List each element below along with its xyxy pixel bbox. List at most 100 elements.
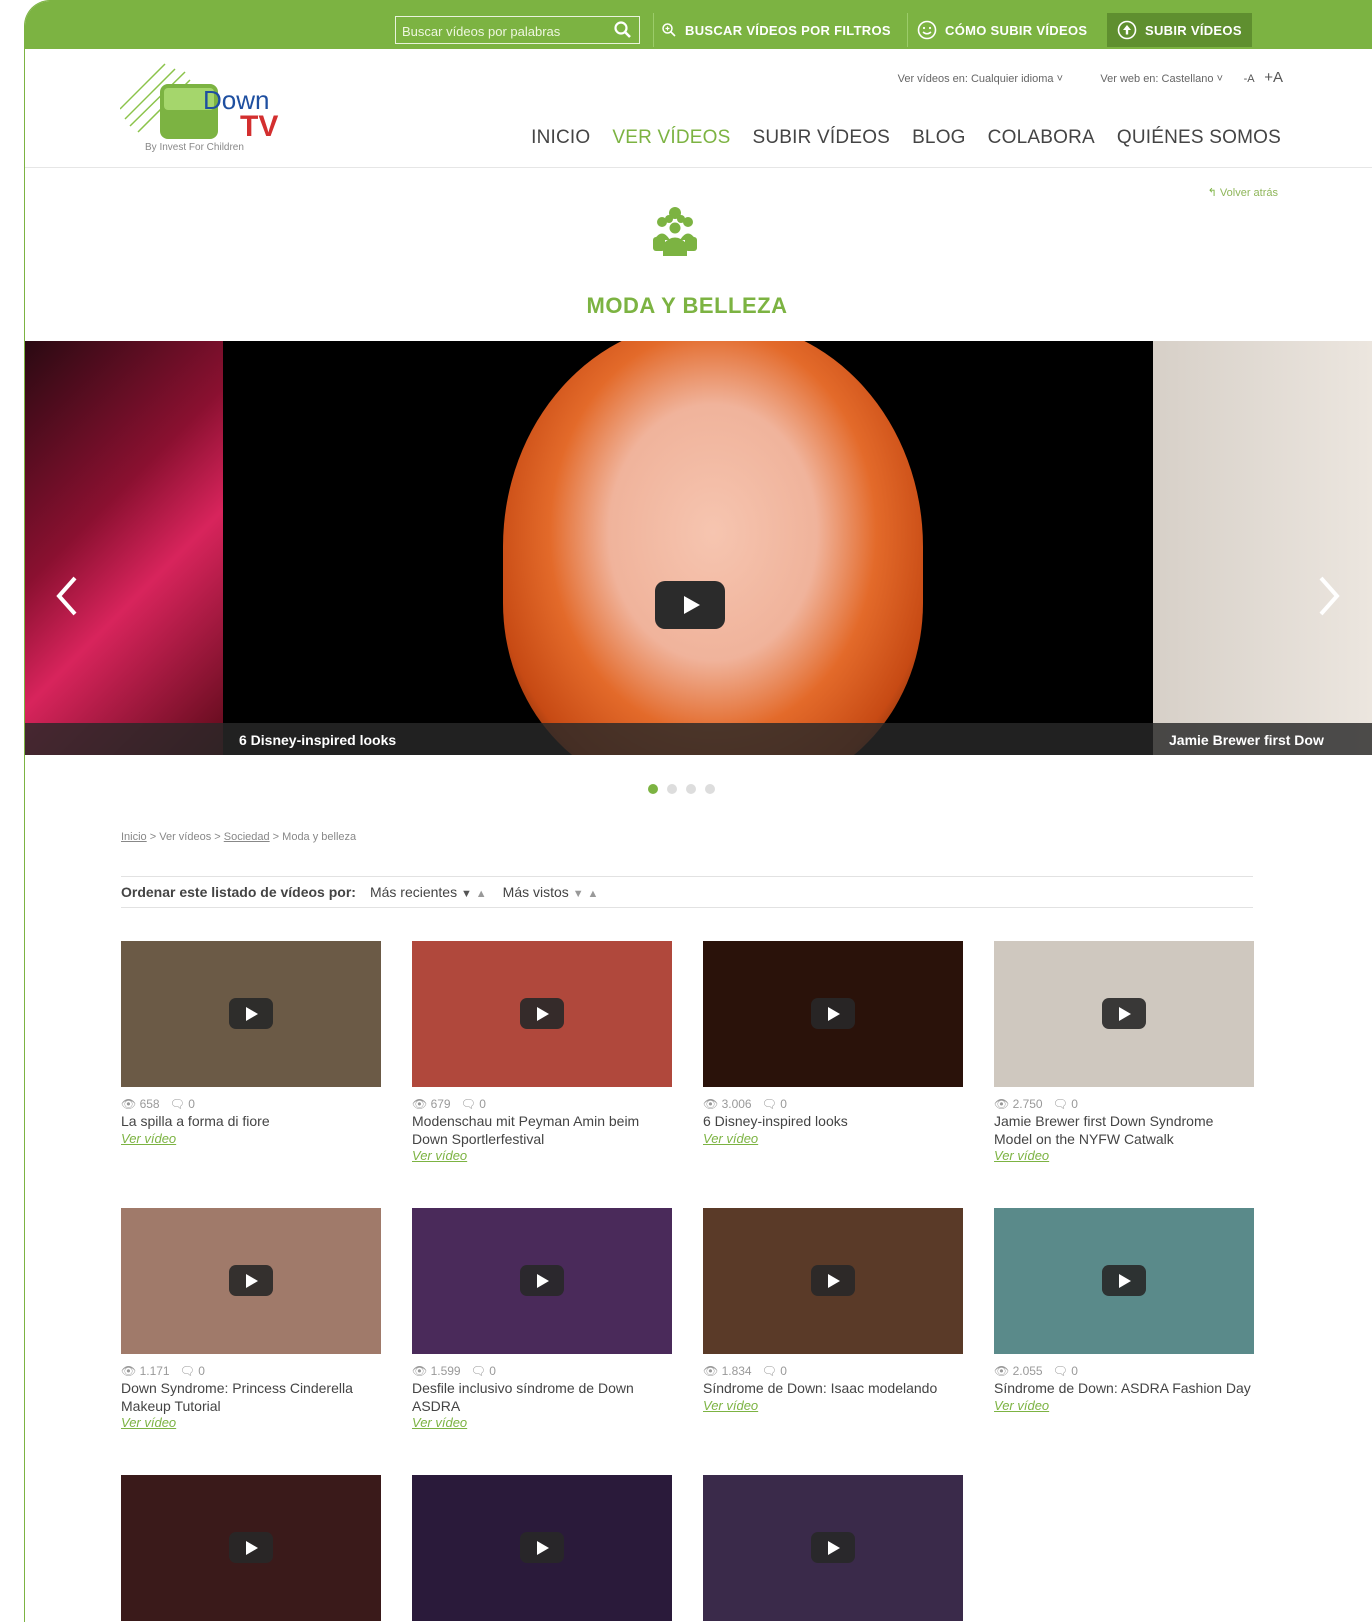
carousel-dot[interactable] [686, 784, 696, 794]
breadcrumb-sociedad[interactable]: Sociedad [224, 831, 270, 843]
carousel-slide-prev[interactable] [25, 341, 223, 755]
breadcrumb: Inicio > Ver vídeos > Sociedad > Moda y … [121, 831, 356, 843]
how-to-upload-button[interactable]: CÓMO SUBIR VÍDEOS [917, 13, 1087, 47]
carousel-dot[interactable] [705, 784, 715, 794]
view-count: 2.055 [1012, 1364, 1043, 1378]
video-thumbnail[interactable] [703, 941, 963, 1087]
play-icon [520, 998, 564, 1029]
view-count: 1.599 [430, 1364, 461, 1378]
video-card[interactable]: 👁︎ 2.055 🗨︎ 0 Síndrome de Down: ASDRA Fas… [994, 1208, 1254, 1413]
group-people-icon [645, 206, 705, 256]
play-icon [811, 1532, 855, 1563]
video-card[interactable]: 👁︎ 1.834 🗨︎ 0 Síndrome de Down: Isaac mod… [703, 1208, 963, 1413]
divider [653, 13, 654, 47]
video-card[interactable] [703, 1475, 963, 1621]
carousel-dot[interactable] [648, 784, 658, 794]
video-thumbnail[interactable] [703, 1475, 963, 1621]
video-thumbnail[interactable] [121, 1475, 381, 1621]
sort-arrows-icon: ▼ [461, 888, 472, 900]
nav-colabora[interactable]: COLABORA [988, 127, 1095, 149]
video-card[interactable] [121, 1475, 381, 1621]
watch-video-link[interactable]: Ver vídeo [994, 1398, 1254, 1413]
video-thumbnail[interactable] [121, 1208, 381, 1354]
video-stats: 👁︎ 2.055 🗨︎ 0 [994, 1364, 1254, 1378]
video-card[interactable]: 👁︎ 2.750 🗨︎ 0 Jamie Brewer first Down Syn… [994, 941, 1254, 1163]
video-card[interactable]: 👁︎ 3.006 🗨︎ 0 6 Disney-inspired looks Ver … [703, 941, 963, 1146]
video-stats: 👁︎ 3.006 🗨︎ 0 [703, 1097, 963, 1111]
page-frame: BUSCAR VÍDEOS POR FILTROS CÓMO SUBIR VÍD… [24, 0, 1372, 1622]
video-carousel: 6 Disney-inspired looks Jamie Brewer fir… [25, 341, 1372, 755]
filter-search-button[interactable]: BUSCAR VÍDEOS POR FILTROS [661, 13, 891, 47]
video-thumbnail[interactable] [412, 941, 672, 1087]
sort-recent[interactable]: Más recientes ▼ ▲ [370, 884, 487, 900]
watch-video-link[interactable]: Ver vídeo [703, 1398, 963, 1413]
breadcrumb-home[interactable]: Inicio [121, 831, 147, 843]
font-smaller-button[interactable]: -A [1244, 73, 1255, 85]
watch-video-link[interactable]: Ver vídeo [412, 1415, 672, 1430]
video-title: Síndrome de Down: ASDRA Fashion Day [994, 1380, 1251, 1396]
nav-inicio[interactable]: INICIO [531, 127, 590, 149]
logo-text-tv: TV [240, 110, 278, 143]
video-thumbnail[interactable] [703, 1208, 963, 1354]
nav-ver-videos[interactable]: VER VÍDEOS [612, 127, 730, 149]
view-count: 3.006 [721, 1097, 752, 1111]
play-icon [1102, 1265, 1146, 1296]
play-icon [229, 1265, 273, 1296]
sort-arrows-icon: ▲ [475, 888, 487, 900]
video-title: Desfile inclusivo síndrome de Down ASDRA [412, 1380, 634, 1414]
play-icon [520, 1265, 564, 1296]
carousel-slide-main[interactable] [223, 341, 1153, 755]
videos-language-select[interactable]: Ver vídeos en: Cualquier idioma ˅ [898, 73, 1063, 85]
play-icon [229, 998, 273, 1029]
video-thumbnail[interactable] [412, 1475, 672, 1621]
video-card[interactable] [412, 1475, 672, 1621]
video-title: Síndrome de Down: Isaac modelando [703, 1380, 938, 1396]
video-thumbnail[interactable] [121, 941, 381, 1087]
sort-label: Ordenar este listado de vídeos por: [121, 884, 356, 900]
video-card[interactable]: 👁︎ 1.171 🗨︎ 0 Down Syndrome: Princess Cin… [121, 1208, 381, 1430]
comment-icon: 🗨︎ [1052, 1097, 1068, 1111]
comment-icon: 🗨︎ [460, 1097, 476, 1111]
video-card[interactable]: 👁︎ 658 🗨︎ 0 La spilla a forma di fiore Ver… [121, 941, 381, 1146]
video-title: 6 Disney-inspired looks [703, 1113, 848, 1129]
watch-video-link[interactable]: Ver vídeo [121, 1415, 381, 1430]
category-title: MODA Y BELLEZA [586, 293, 788, 318]
watch-video-link[interactable]: Ver vídeo [412, 1148, 672, 1163]
comment-icon: 🗨︎ [761, 1364, 777, 1378]
video-thumbnail[interactable] [994, 941, 1254, 1087]
comment-count: 0 [1071, 1097, 1078, 1111]
carousel-dot[interactable] [667, 784, 677, 794]
main-nav: INICIO VER VÍDEOS SUBIR VÍDEOS BLOG COLA… [531, 127, 1281, 149]
search-input[interactable] [400, 19, 604, 43]
play-button[interactable] [655, 581, 725, 629]
video-card[interactable]: 👁︎ 1.599 🗨︎ 0 Desfile inclusivo síndrome … [412, 1208, 672, 1430]
sort-views[interactable]: Más vistos ▼ ▲ [503, 884, 599, 900]
site-logo[interactable]: Down TV [119, 54, 310, 154]
nav-subir-videos[interactable]: SUBIR VÍDEOS [753, 127, 891, 149]
upload-videos-button[interactable]: SUBIR VÍDEOS [1107, 13, 1252, 47]
play-icon [811, 1265, 855, 1296]
watch-video-link[interactable]: Ver vídeo [994, 1148, 1254, 1163]
eye-icon: 👁︎ [412, 1097, 428, 1111]
back-link[interactable]: ↰ Volver atrás [1208, 186, 1278, 199]
nav-quienes-somos[interactable]: QUIÉNES SOMOS [1117, 127, 1281, 149]
carousel-prev-arrow[interactable] [47, 566, 87, 626]
search-icon[interactable] [613, 20, 633, 40]
web-language-select[interactable]: Ver web en: Castellano ˅ [1100, 73, 1223, 85]
carousel-next-arrow[interactable] [1309, 566, 1349, 626]
watch-video-link[interactable]: Ver vídeo [703, 1131, 963, 1146]
video-thumbnail[interactable] [994, 1208, 1254, 1354]
watch-video-link[interactable]: Ver vídeo [121, 1131, 381, 1146]
eye-icon: 👁︎ [703, 1364, 719, 1378]
carousel-slide-next[interactable] [1153, 341, 1372, 755]
nav-blog[interactable]: BLOG [912, 127, 966, 149]
video-stats: 👁︎ 2.750 🗨︎ 0 [994, 1097, 1254, 1111]
font-bigger-button[interactable]: +A [1264, 69, 1283, 86]
upload-videos-label: SUBIR VÍDEOS [1145, 22, 1242, 38]
video-title: La spilla a forma di fiore [121, 1113, 270, 1129]
comment-count: 0 [489, 1364, 496, 1378]
video-thumbnail[interactable] [412, 1208, 672, 1354]
slide-image [503, 341, 923, 755]
eye-icon: 👁︎ [994, 1364, 1010, 1378]
video-card[interactable]: 👁︎ 679 🗨︎ 0 Modenschau mit Peyman Amin be… [412, 941, 672, 1163]
